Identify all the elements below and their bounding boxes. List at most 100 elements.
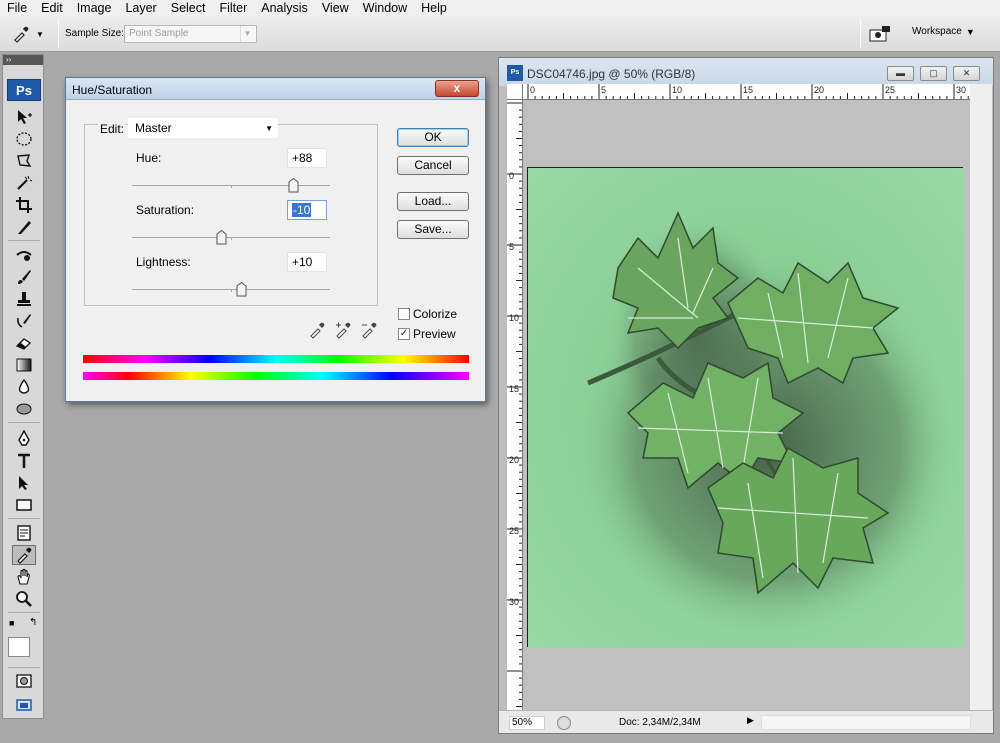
status-bar: 50% Doc: 2,34M/2,34M ▶ [499, 710, 993, 733]
slice-tool-icon[interactable] [12, 217, 36, 237]
menu-window[interactable]: Window [356, 0, 414, 16]
eyedropper-plus-icon[interactable] [334, 321, 352, 339]
ruler-label: 10 [672, 85, 682, 95]
zoom-tool-icon[interactable] [12, 589, 36, 609]
menu-bar: File Edit Image Layer Select Filter Anal… [0, 0, 1000, 16]
colorize-checkbox[interactable] [398, 308, 410, 320]
foreground-color-swatch[interactable] [8, 637, 30, 657]
preview-checkbox[interactable]: ✓ [398, 328, 410, 340]
minimize-icon: ▬ [896, 68, 905, 78]
ruler-label: 20 [814, 85, 824, 95]
close-document-button[interactable]: ✕ [953, 66, 980, 81]
edit-channel-select[interactable]: Master ▼ [128, 118, 278, 138]
default-colors-icon[interactable]: ■ [9, 618, 14, 628]
quick-mask-icon[interactable] [12, 671, 36, 691]
load-button[interactable]: Load... [397, 192, 469, 211]
lightness-slider-thumb[interactable] [236, 281, 247, 297]
workspace-menu[interactable]: Workspace ▼ [912, 26, 975, 37]
lightness-slider-center-tick [231, 289, 232, 292]
menu-image[interactable]: Image [70, 0, 119, 16]
document-image[interactable] [527, 167, 964, 648]
menu-layer[interactable]: Layer [118, 0, 163, 16]
ok-button[interactable]: OK [397, 128, 469, 147]
horizontal-ruler: 0 5 10 15 20 25 30 [523, 84, 970, 100]
menu-analysis[interactable]: Analysis [254, 0, 315, 16]
tool-preset-picker[interactable]: ▼ [12, 24, 52, 44]
eyedropper-minus-icon[interactable] [360, 321, 378, 339]
gradient-tool-icon[interactable] [12, 355, 36, 375]
menu-filter[interactable]: Filter [212, 0, 254, 16]
close-button[interactable]: x [435, 80, 479, 97]
ruler-origin[interactable] [507, 84, 523, 100]
cancel-button[interactable]: Cancel [397, 156, 469, 175]
saturation-label: Saturation: [136, 203, 195, 217]
move-tool-icon[interactable] [12, 107, 36, 127]
status-menu-arrow-icon[interactable]: ▶ [747, 715, 754, 726]
dodge-tool-icon[interactable] [12, 399, 36, 419]
ps-document-icon: Ps [507, 65, 523, 81]
toolbox-collapse-handle[interactable]: ›› [3, 55, 43, 65]
menu-help[interactable]: Help [414, 0, 454, 16]
menu-edit[interactable]: Edit [34, 0, 70, 16]
hand-tool-icon[interactable] [12, 567, 36, 587]
blur-tool-icon[interactable] [12, 377, 36, 397]
saturation-slider-center-tick [231, 237, 232, 240]
eyedropper-icon[interactable] [308, 321, 326, 339]
chevron-down-icon: ▼ [36, 29, 44, 39]
clone-stamp-tool-icon[interactable] [12, 289, 36, 309]
eraser-tool-icon[interactable] [12, 333, 36, 353]
menu-view[interactable]: View [315, 0, 356, 16]
hue-slider-thumb[interactable] [288, 177, 299, 193]
path-selection-tool-icon[interactable] [12, 473, 36, 493]
lightness-input[interactable]: +10 [287, 252, 327, 272]
save-button[interactable]: Save... [397, 220, 469, 239]
saturation-slider-thumb[interactable] [216, 229, 227, 245]
dialog-title: Hue/Saturation [72, 83, 153, 97]
vertical-ruler: 0 5 10 15 20 25 30 [507, 100, 523, 710]
chevron-down-icon: ▼ [265, 124, 273, 133]
ruler-label: 0 [530, 85, 535, 95]
screen-mode-icon[interactable] [12, 695, 36, 715]
zoom-field[interactable]: 50% [509, 716, 545, 730]
minimize-button[interactable]: ▬ [887, 66, 914, 81]
horizontal-scrollbar[interactable] [761, 715, 971, 730]
document-titlebar[interactable]: Ps DSC04746.jpg @ 50% (RGB/8) ▬ ▢ ✕ [499, 58, 993, 86]
shape-tool-icon[interactable] [12, 495, 36, 515]
toolbox-divider [8, 612, 40, 613]
bridge-button[interactable] [868, 24, 896, 44]
ruler-label: 10 [509, 313, 519, 323]
colorize-label: Colorize [413, 307, 458, 321]
ps-logo: Ps [7, 79, 41, 101]
close-icon: x [453, 81, 461, 95]
maximize-button[interactable]: ▢ [920, 66, 947, 81]
saturation-input[interactable]: -10 [287, 200, 327, 220]
info-icon[interactable] [557, 716, 571, 730]
document-title: DSC04746.jpg @ 50% (RGB/8) [527, 67, 696, 81]
lasso-tool-icon[interactable] [12, 151, 36, 171]
pen-tool-icon[interactable] [12, 429, 36, 449]
crop-tool-icon[interactable] [12, 195, 36, 215]
dialog-titlebar[interactable]: Hue/Saturation x [66, 78, 485, 100]
type-tool-icon[interactable] [12, 451, 36, 471]
hue-input[interactable]: +88 [287, 148, 327, 168]
menu-select[interactable]: Select [164, 0, 213, 16]
menu-file[interactable]: File [0, 0, 34, 16]
history-brush-tool-icon[interactable] [12, 311, 36, 331]
bridge-icon [869, 26, 890, 42]
swap-colors-icon[interactable]: ↰ [29, 617, 37, 628]
toolbox-divider [8, 240, 40, 241]
vertical-scrollbar[interactable] [970, 84, 992, 710]
sample-size-select[interactable]: Point Sample ▼ [124, 25, 257, 43]
notes-tool-icon[interactable] [12, 523, 36, 543]
magic-wand-tool-icon[interactable] [12, 173, 36, 193]
hue-value: +88 [292, 151, 313, 165]
separator [860, 20, 861, 48]
output-hue-bar [83, 372, 469, 380]
vertical-ruler-ticks: 0 5 10 15 20 25 30 [507, 102, 522, 707]
eyedropper-tool-icon[interactable] [12, 545, 36, 565]
workspace-label: Workspace [912, 26, 962, 37]
toolbox: ›› Ps ■ ↰ [2, 54, 44, 719]
healing-brush-tool-icon[interactable] [12, 245, 36, 265]
brush-tool-icon[interactable] [12, 267, 36, 287]
marquee-tool-icon[interactable] [12, 129, 36, 149]
